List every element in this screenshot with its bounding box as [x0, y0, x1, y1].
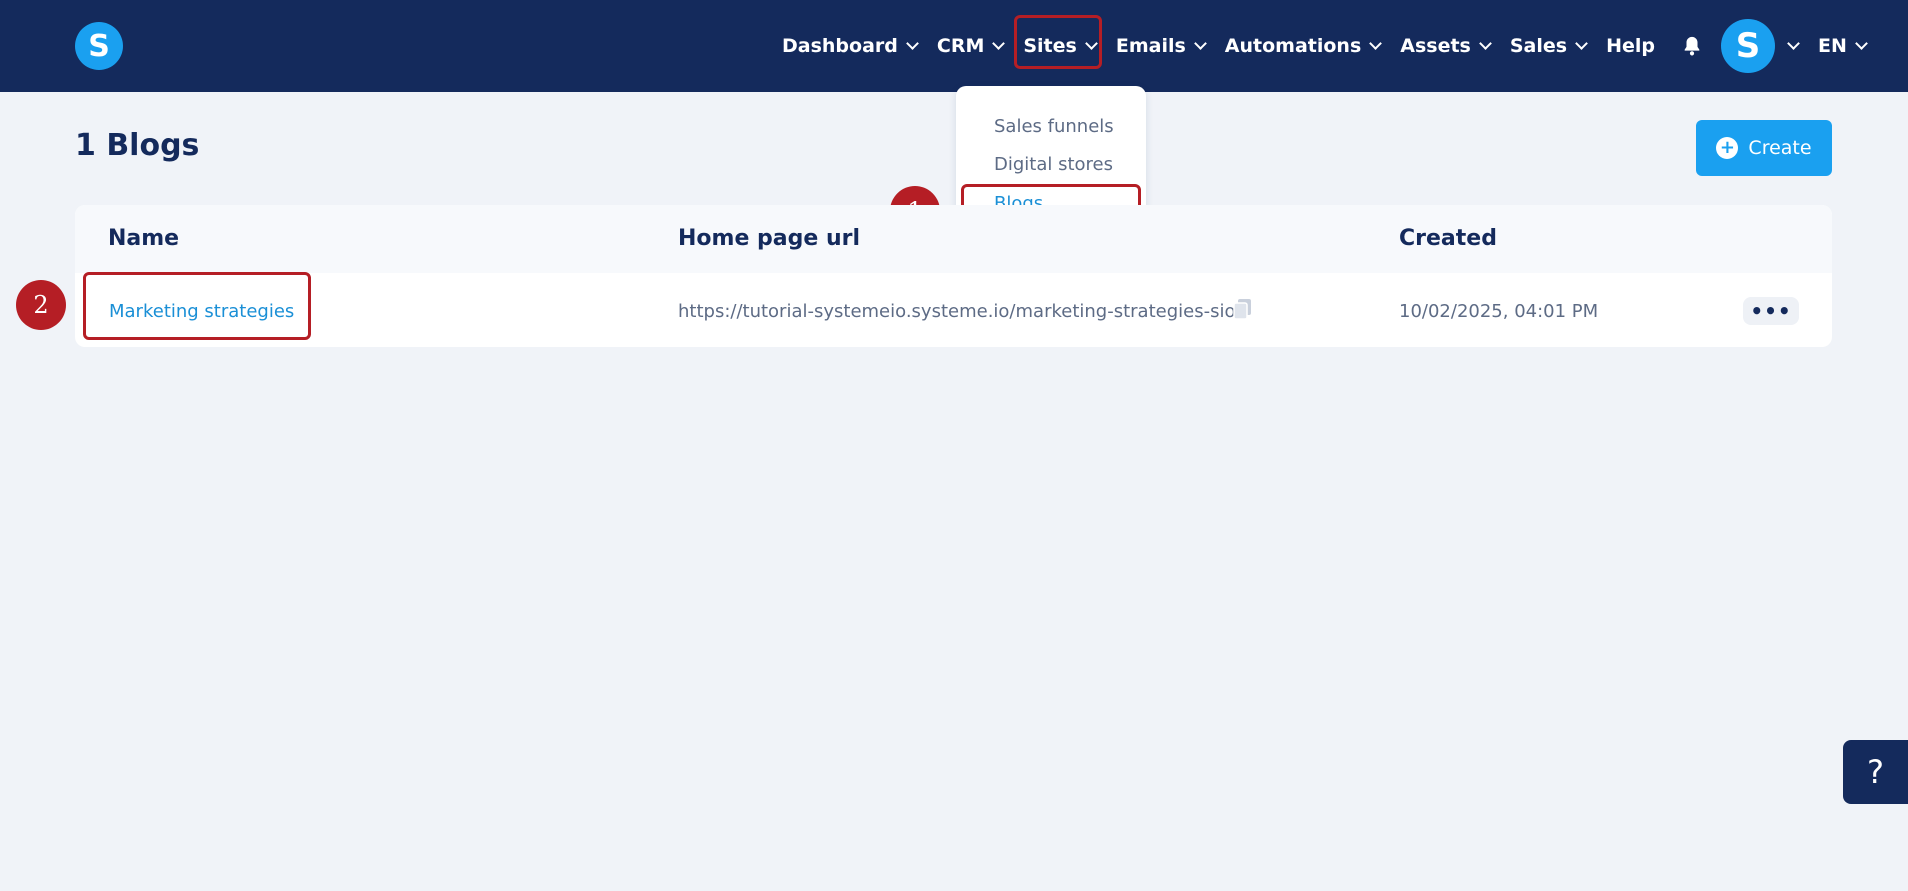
nav-crm[interactable]: CRM [936, 35, 1006, 57]
menu-item-digital-stores[interactable]: Digital stores [994, 154, 1113, 175]
blog-home-url: https://tutorial-systemeio.systeme.io/ma… [678, 301, 1236, 322]
nav-help-label: Help [1606, 35, 1655, 57]
step-marker-2: 2 [16, 280, 66, 330]
page-title: 1 Blogs [75, 128, 200, 163]
language-selector[interactable]: EN [1818, 35, 1868, 57]
blog-created-date: 10/02/2025, 04:01 PM [1399, 301, 1599, 322]
column-header-created: Created [1399, 226, 1497, 251]
create-label: Create [1748, 137, 1812, 159]
main-nav: Dashboard CRM Sites Emails Automations A… [782, 0, 1886, 92]
nav-emails[interactable]: Emails [1115, 35, 1207, 57]
nav-automations-label: Automations [1224, 35, 1362, 57]
nav-automations[interactable]: Automations [1224, 35, 1383, 57]
avatar[interactable]: S [1721, 19, 1775, 73]
nav-dashboard[interactable]: Dashboard [782, 35, 919, 57]
nav-crm-label: CRM [936, 35, 985, 57]
column-header-name: Name [108, 226, 180, 251]
top-navigation-bar: S Dashboard CRM Sites Emails Automations… [0, 0, 1908, 92]
chevron-down-icon [1193, 37, 1207, 50]
chevron-down-icon[interactable] [1787, 37, 1800, 50]
help-widget-button[interactable]: ? [1843, 740, 1908, 804]
bell-icon[interactable] [1681, 35, 1703, 57]
nav-assets-label: Assets [1400, 35, 1471, 57]
nav-emails-label: Emails [1115, 35, 1186, 57]
plus-icon: + [1716, 137, 1739, 159]
table-header: Name Home page url Created [75, 205, 1832, 273]
column-header-url: Home page url [678, 226, 861, 251]
menu-item-sales-funnels[interactable]: Sales funnels [994, 116, 1114, 137]
language-label: EN [1818, 35, 1847, 57]
chevron-down-icon [1479, 37, 1492, 50]
nav-assets[interactable]: Assets [1400, 35, 1492, 57]
chevron-down-icon [992, 37, 1006, 50]
blogs-table: Name Home page url Created Marketing str… [75, 205, 1832, 347]
create-button[interactable]: + Create [1696, 120, 1832, 176]
more-actions-button[interactable]: ••• [1743, 297, 1799, 325]
nav-sales-label: Sales [1509, 35, 1568, 57]
nav-dashboard-label: Dashboard [782, 35, 898, 57]
chevron-down-icon [906, 37, 919, 50]
systeme-logo[interactable]: S [75, 22, 123, 70]
chevron-down-icon [1369, 37, 1383, 50]
copy-icon[interactable] [1233, 298, 1253, 320]
nav-sites[interactable]: Sites [1014, 15, 1103, 69]
blog-name-link[interactable]: Marketing strategies [109, 301, 294, 322]
nav-sales[interactable]: Sales [1509, 35, 1588, 57]
chevron-down-icon [1575, 37, 1588, 50]
chevron-down-icon [1855, 37, 1868, 50]
nav-help[interactable]: Help [1606, 35, 1655, 57]
